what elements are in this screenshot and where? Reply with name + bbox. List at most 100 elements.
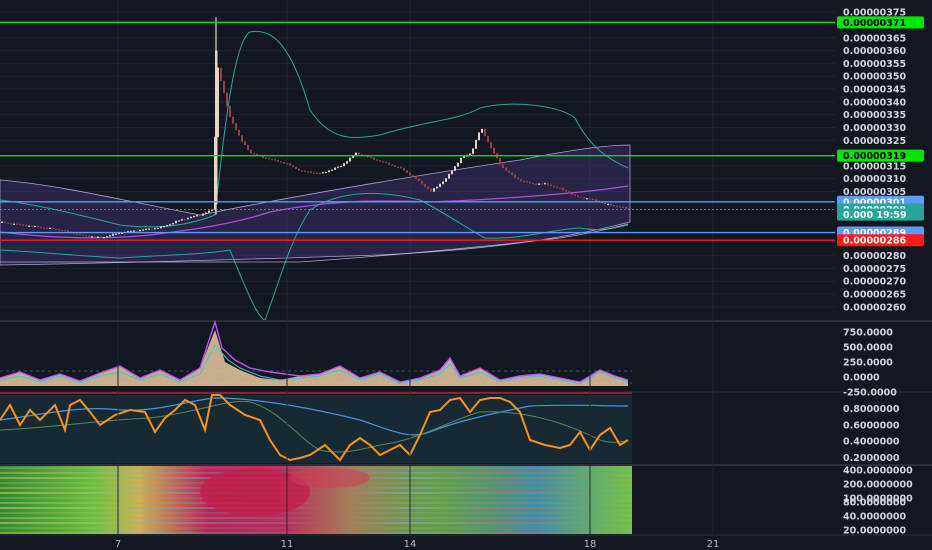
candle-body <box>43 227 45 229</box>
candle-body <box>232 116 234 124</box>
candle-body <box>220 67 222 81</box>
candle-body <box>325 172 327 174</box>
candle-body <box>7 222 9 224</box>
candle-body <box>274 159 276 161</box>
candle-body <box>589 198 591 200</box>
heatmap-stripe <box>0 517 632 519</box>
candle-body <box>622 206 624 208</box>
candle-body <box>79 233 81 235</box>
heatmap-stripe <box>0 512 632 514</box>
candle-body <box>562 187 564 191</box>
candle-body <box>76 233 78 235</box>
candle-body <box>403 168 405 171</box>
candle-body <box>172 223 174 225</box>
candle-body <box>82 234 84 236</box>
candle-body <box>265 157 267 159</box>
candle-body <box>508 170 510 173</box>
candle-body <box>115 233 117 235</box>
candle-body <box>238 129 240 136</box>
candle-body <box>511 172 513 175</box>
heatmap-stripe <box>0 532 632 534</box>
trading-chart[interactable]: 0.000003750.000003650.000003600.00000355… <box>0 0 932 550</box>
candle-body <box>550 184 552 186</box>
y-tick-label: 0.6000000 <box>843 420 900 431</box>
candle-body <box>52 227 54 230</box>
candle-body <box>577 195 579 197</box>
candle-body <box>253 153 255 155</box>
candle-body <box>22 224 24 226</box>
y-tick-label: 0.8000000 <box>843 404 900 415</box>
heatmap-stripe <box>0 507 632 509</box>
candle-body <box>55 229 57 231</box>
y-axis-oscillator-1[interactable]: 750.0000 500.0000 250.0000 0.0000 -250.0000 <box>843 328 897 399</box>
candle-body <box>100 236 102 238</box>
candle-body <box>13 223 15 225</box>
price-tag: 0.00000286 <box>837 234 924 247</box>
candle-body <box>16 223 18 225</box>
candle-body <box>31 225 33 227</box>
oscillator-pane-2[interactable] <box>0 394 632 463</box>
candle-body <box>145 228 147 230</box>
candle-body <box>28 225 30 227</box>
x-tick-label: 11 <box>281 539 294 550</box>
candle-body <box>421 180 423 185</box>
candle-body <box>229 106 231 117</box>
candle-body <box>298 168 300 171</box>
candle-body <box>109 235 111 237</box>
candle-body <box>574 194 576 196</box>
heatmap-stripe <box>0 502 632 504</box>
candle-body <box>215 50 218 205</box>
candle-body <box>535 183 537 185</box>
candle-body <box>616 205 618 207</box>
candle-body <box>559 187 561 189</box>
candle-body <box>547 183 549 185</box>
candle-body <box>568 191 570 194</box>
candle-body <box>592 198 594 200</box>
candle-body <box>175 221 177 224</box>
y-tick-label: 80.0000000 <box>843 498 906 509</box>
candle-body <box>169 224 171 226</box>
y-axis-heatmap[interactable]: 400.0000000200.0000000100.000000080.0000… <box>843 466 913 537</box>
candle-body <box>388 162 390 165</box>
candle-body <box>85 235 87 237</box>
candle-body <box>430 188 432 192</box>
candle-body <box>61 230 63 232</box>
candle-body <box>478 132 480 141</box>
candle-body <box>304 170 306 172</box>
price-tag: 0.000 19:59 <box>837 208 924 221</box>
y-tick-label: 0.00000335 <box>843 110 906 121</box>
candle-body <box>190 216 192 219</box>
candle-body <box>619 206 621 208</box>
candle-body <box>112 233 114 236</box>
candle-body <box>448 174 450 179</box>
candle-body <box>451 170 453 175</box>
candle-body <box>286 163 288 165</box>
x-tick-label: 18 <box>584 539 597 550</box>
candle-body <box>292 165 294 167</box>
candle-body <box>223 80 225 93</box>
candle-body <box>181 219 183 221</box>
y-tick-label: 40.0000000 <box>843 512 906 523</box>
candle-body <box>34 226 36 228</box>
heatmap-pane[interactable] <box>0 466 632 534</box>
y-tick-label: 0.00000325 <box>843 136 906 147</box>
candle-body <box>106 236 108 238</box>
candle-body <box>49 227 51 229</box>
candle-body <box>58 229 60 231</box>
candle-body <box>319 173 321 175</box>
candle-body <box>226 92 228 107</box>
candle-body <box>247 145 249 150</box>
candle-body <box>607 204 609 206</box>
candle-body <box>289 163 291 166</box>
y-tick-label: 0.00000350 <box>843 72 906 83</box>
candle-body <box>454 166 456 171</box>
candle-body <box>553 185 555 187</box>
candle-body <box>334 167 336 170</box>
candle-body <box>586 198 588 200</box>
candle-body <box>613 205 615 207</box>
y-tick-label: 0.00000345 <box>843 85 906 96</box>
candle-body <box>142 229 144 231</box>
candle-body <box>307 171 309 173</box>
candle-body <box>556 186 558 188</box>
candle-body <box>415 176 417 179</box>
